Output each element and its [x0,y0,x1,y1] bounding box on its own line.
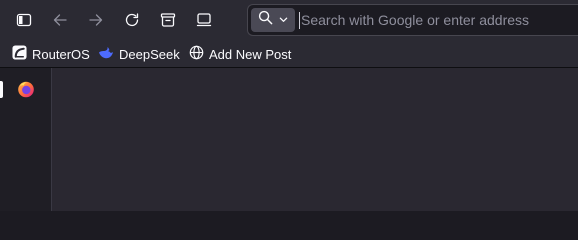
bookmark-add-new-post[interactable]: Add New Post [189,44,291,64]
text-cursor [299,12,300,29]
active-indicator [0,81,3,98]
url-input[interactable] [301,5,571,35]
address-bar[interactable] [247,4,578,36]
sidebar-toggle-button[interactable] [10,6,38,34]
page-content [52,68,578,211]
reload-icon [124,12,140,28]
bookmark-label: DeepSeek [119,46,180,62]
save-to-pocket-icon [160,12,176,28]
chevron-down-icon [279,11,288,29]
save-to-pocket-button[interactable] [154,6,182,34]
search-engine-button[interactable] [251,8,295,32]
search-icon [258,10,273,30]
bookmark-routeros[interactable]: RouterOS [12,44,90,64]
bookmark-label: RouterOS [32,46,90,62]
forward-arrow-icon [88,12,104,28]
tab-view-icon [196,12,212,28]
reload-button[interactable] [118,6,146,34]
deepseek-icon [98,46,114,63]
bookmarks-toolbar: RouterOS DeepSeek Add New Post [0,40,578,68]
sidebar-toggle-icon [16,12,32,28]
sidebar-item-firefox[interactable] [15,80,37,102]
routeros-icon [12,45,27,63]
firefox-icon [17,80,35,103]
navigation-toolbar [0,0,578,40]
bookmark-deepseek[interactable]: DeepSeek [98,44,180,64]
back-arrow-icon [52,12,68,28]
globe-icon [189,45,204,63]
bookmark-label: Add New Post [209,46,292,62]
tab-view-button[interactable] [190,6,218,34]
back-button[interactable] [46,6,74,34]
forward-button[interactable] [82,6,110,34]
sidebar [0,68,52,211]
